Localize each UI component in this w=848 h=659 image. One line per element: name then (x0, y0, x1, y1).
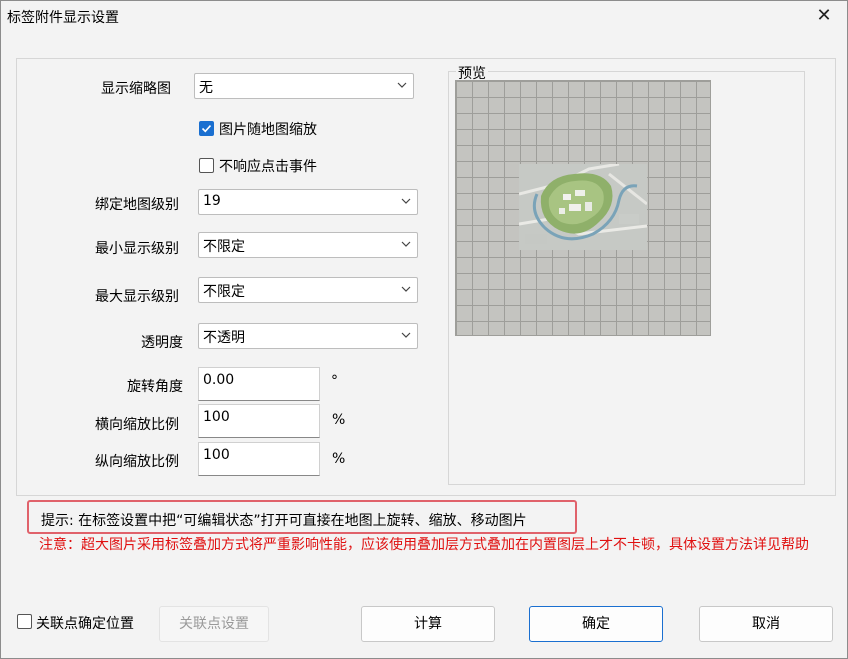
chevron-down-icon (401, 286, 411, 292)
link-settings-button[interactable]: 关联点设置 (159, 606, 269, 642)
bind-level-select[interactable]: 19 (198, 189, 418, 215)
rotation-label: 旋转角度 (127, 379, 183, 395)
vscale-input[interactable]: 100 (198, 442, 320, 476)
min-level-label: 最小显示级别 (95, 241, 179, 257)
hint-text: 提示: 在标签设置中把“可编辑状态”打开可直接在地图上旋转、缩放、移动图片 (41, 513, 527, 529)
hscale-unit: % (332, 412, 346, 428)
rotation-unit: ° (331, 373, 338, 389)
opacity-label: 透明度 (141, 335, 183, 351)
rotation-input[interactable]: 0.00 (198, 367, 320, 401)
chevron-down-icon (401, 198, 411, 204)
hscale-input[interactable]: 100 (198, 404, 320, 438)
checkmark-icon (201, 125, 212, 133)
ignore-click-label: 不响应点击事件 (219, 159, 317, 175)
dialog-title: 标签附件显示设置 (7, 10, 119, 26)
dialog-window: 标签附件显示设置 ✕ 显示缩略图 无 图片随地图缩放 不响应点击事件 绑定地图级… (0, 0, 848, 659)
min-level-select[interactable]: 不限定 (198, 232, 418, 258)
vscale-unit: % (332, 451, 346, 467)
performance-warning: 注意：超大图片采用标签叠加方式将严重影响性能，应该使用叠加层方式叠加在内置图层上… (39, 537, 809, 553)
max-level-label: 最大显示级别 (95, 289, 179, 305)
max-level-select[interactable]: 不限定 (198, 277, 418, 303)
opacity-select[interactable]: 不透明 (198, 323, 418, 349)
link-point-label: 关联点确定位置 (36, 616, 134, 632)
hscale-label: 横向缩放比例 (95, 417, 179, 433)
thumbnail-select[interactable]: 无 (194, 73, 414, 99)
thumbnail-label: 显示缩略图 (101, 81, 171, 97)
scale-with-map-checkbox[interactable] (199, 121, 214, 136)
link-point-checkbox[interactable] (17, 614, 32, 629)
scale-with-map-label: 图片随地图缩放 (219, 122, 317, 138)
ok-button[interactable]: 确定 (529, 606, 663, 642)
chevron-down-icon (401, 332, 411, 338)
ignore-click-checkbox[interactable] (199, 158, 214, 173)
hint-box: 提示: 在标签设置中把“可编辑状态”打开可直接在地图上旋转、缩放、移动图片 (27, 500, 577, 534)
bind-level-label: 绑定地图级别 (95, 197, 179, 213)
calculate-button[interactable]: 计算 (361, 606, 495, 642)
title-bar: 标签附件显示设置 ✕ (1, 1, 847, 33)
chevron-down-icon (397, 82, 407, 88)
cancel-button[interactable]: 取消 (699, 606, 833, 642)
close-icon[interactable]: ✕ (813, 5, 835, 27)
vscale-label: 纵向缩放比例 (95, 454, 179, 470)
chevron-down-icon (401, 241, 411, 247)
preview-map-image (519, 164, 647, 250)
